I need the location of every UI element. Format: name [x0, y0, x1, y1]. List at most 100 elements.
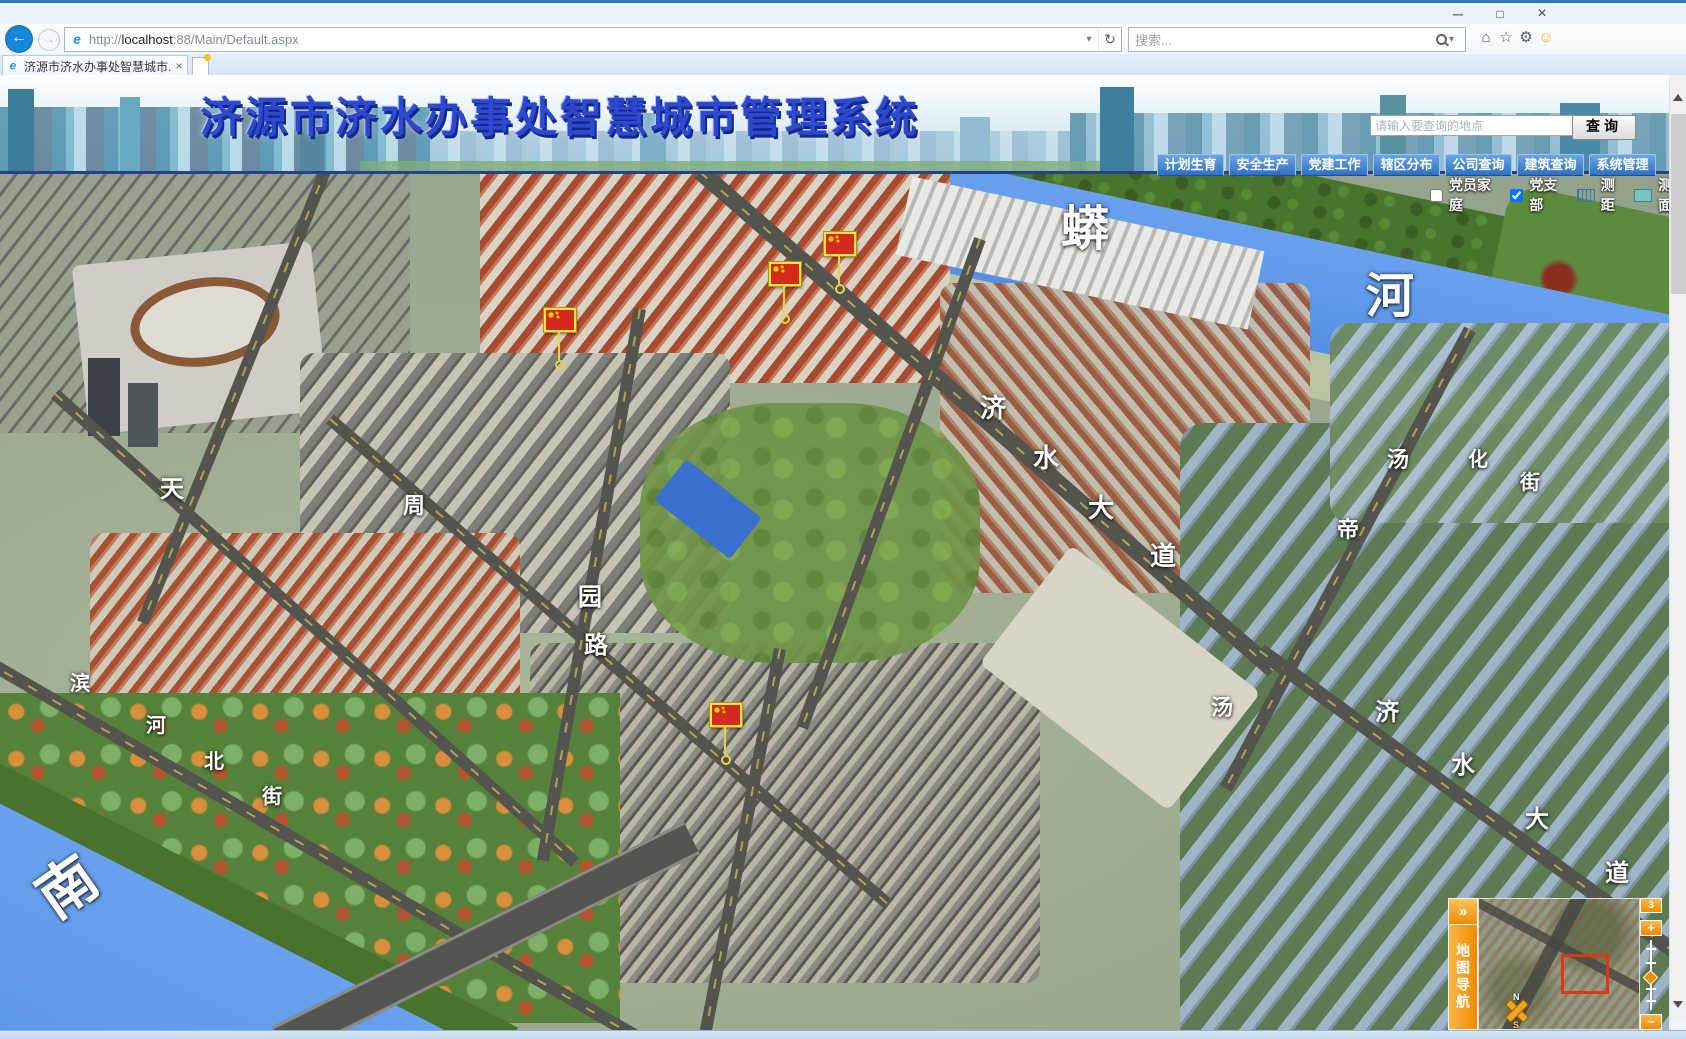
search-dropdown-icon[interactable]: ▾ [1449, 34, 1465, 45]
close-button[interactable]: × [1527, 5, 1557, 23]
url-path: :88/Main/Default.aspx [173, 32, 299, 47]
tab-close-icon[interactable]: × [171, 59, 187, 73]
zoom-level-badge: 3 [1640, 898, 1662, 913]
river-label: 蟒 [1061, 206, 1109, 254]
minimize-button[interactable]: ─ [1443, 5, 1473, 23]
road-label: 北 [204, 752, 224, 772]
road-label: 大 [1525, 808, 1549, 832]
maximize-button[interactable]: □ [1485, 5, 1515, 23]
scroll-up-arrow[interactable] [1673, 94, 1683, 101]
address-dropdown-icon[interactable]: ▾ [1080, 34, 1098, 45]
map-3d-view[interactable]: 蟒 河 济 水 大 道 汤 帝 化 街 汤 济 水 大 道 天 周 园 路 滨 … [0, 173, 1669, 1030]
party-family-checkbox[interactable] [1430, 189, 1443, 202]
place-search-input[interactable] [1370, 115, 1574, 136]
map-central-park [640, 403, 980, 663]
zoom-slider-handle[interactable] [1643, 970, 1659, 986]
nav-system-management[interactable]: 系统管理 [1589, 154, 1656, 176]
tab-title: 济源市济水办事处智慧城市... [24, 58, 171, 75]
zoom-tick [1646, 948, 1656, 950]
browser-window: ─ □ × ← → e http://localhost:88/Main/Def… [0, 0, 1686, 1039]
search-placeholder: 搜索... [1129, 30, 1436, 49]
nav-building-query[interactable]: 建筑查询 [1517, 154, 1584, 176]
back-button[interactable]: ← [6, 26, 32, 52]
feedback-smiley-icon[interactable]: ☺ [1536, 28, 1556, 48]
party-branch-checkbox[interactable] [1510, 189, 1523, 202]
nav-company-query[interactable]: 公司查询 [1445, 154, 1512, 176]
nav-district-distribution[interactable]: 辖区分布 [1373, 154, 1440, 176]
measure-area-icon[interactable] [1634, 189, 1652, 202]
tab-active[interactable]: e 济源市济水办事处智慧城市... × [2, 55, 188, 76]
road-label: 天 [160, 478, 184, 502]
road-label: 化 [1468, 450, 1488, 470]
flag-pole [783, 284, 785, 314]
zoom-tick [1646, 988, 1656, 990]
map-highrise-tower [128, 383, 158, 447]
minimap-viewport-rect[interactable] [1561, 954, 1609, 994]
query-button[interactable]: 查询 [1572, 115, 1636, 140]
party-branch-flag-marker[interactable] [544, 308, 576, 332]
minimap-collapse-button[interactable]: » [1448, 898, 1478, 925]
road-label: 济 [1375, 701, 1399, 725]
party-branch-label: 党支部 [1529, 175, 1571, 215]
scroll-thumb[interactable] [1671, 114, 1686, 294]
window-bottom-frame [0, 1030, 1686, 1039]
river-label: 河 [1366, 273, 1414, 321]
zoom-tick [1646, 1000, 1656, 1002]
compass-icon: N S [1503, 997, 1531, 1025]
party-branch-flag-marker[interactable] [710, 703, 742, 727]
nav-party-building[interactable]: 党建工作 [1301, 154, 1368, 176]
minimap-panel: » 地图导航 N S 3 + − [1448, 898, 1662, 1030]
road-label: 园 [578, 586, 602, 610]
address-bar[interactable]: e http://localhost:88/Main/Default.aspx … [64, 27, 1122, 52]
road-label: 汤 [1211, 697, 1233, 719]
minimap-title: 地图导航 [1453, 943, 1473, 1011]
tab-bar [0, 54, 1686, 75]
scroll-down-arrow[interactable] [1673, 1001, 1683, 1008]
browser-search-box[interactable]: 搜索... ▾ [1128, 27, 1466, 52]
party-branch-flag-marker[interactable] [824, 232, 856, 256]
minimap-title-bar[interactable]: 地图导航 [1448, 925, 1478, 1030]
party-branch-flag-marker[interactable] [769, 262, 801, 286]
compass-south-label: S [1513, 1020, 1519, 1030]
skyline-tower [1100, 87, 1134, 173]
minimap-thumbnail[interactable]: N S [1478, 898, 1640, 1030]
ie-page-icon: e [69, 32, 85, 48]
skyline-tower [8, 89, 34, 173]
road-label: 汤 [1387, 449, 1409, 471]
road-label: 河 [146, 716, 166, 736]
forward-button[interactable]: → [38, 29, 60, 51]
main-nav: 计划生育 安全生产 党建工作 辖区分布 公司查询 建筑查询 系统管理 [1157, 154, 1656, 176]
compass-north-label: N [1513, 992, 1520, 1002]
page-title: 济源市济水办事处智慧城市管理系统 [200, 84, 920, 145]
road-label: 大 [1088, 495, 1114, 521]
settings-gear-icon[interactable]: ⚙ [1516, 28, 1536, 48]
new-tab-button[interactable] [192, 57, 209, 76]
vertical-scrollbar [1669, 78, 1686, 1020]
favorites-icon[interactable]: ☆ [1496, 28, 1516, 48]
road-label: 街 [1520, 473, 1540, 493]
refresh-icon[interactable]: ↻ [1098, 29, 1121, 50]
nav-family-planning[interactable]: 计划生育 [1157, 154, 1224, 176]
zoom-tick [1646, 962, 1656, 964]
road-label: 路 [584, 634, 608, 658]
zoom-in-button[interactable]: + [1640, 920, 1662, 936]
zoom-slider-track[interactable] [1650, 940, 1652, 1010]
minimap-zoom-controls: 3 + − [1640, 898, 1662, 1030]
url-host: localhost [122, 32, 173, 47]
map-layer-controls: 党员家庭 党支部 测距 测面 [1430, 175, 1686, 215]
flag-pole [838, 254, 840, 284]
road-label: 滨 [70, 674, 90, 694]
url-text[interactable]: http://localhost:88/Main/Default.aspx [89, 32, 1080, 47]
nav-safety-production[interactable]: 安全生产 [1229, 154, 1296, 176]
road-label: 济 [980, 395, 1006, 421]
skyline-tower [120, 97, 140, 173]
measure-distance-button[interactable]: 测距 [1601, 175, 1629, 215]
party-family-label: 党员家庭 [1449, 175, 1504, 215]
map-district-red-roofs-north [480, 173, 950, 383]
zoom-out-button[interactable]: − [1640, 1014, 1662, 1030]
title-bar: ─ □ × [0, 3, 1686, 24]
home-icon[interactable]: ⌂ [1476, 28, 1496, 48]
search-icon[interactable] [1436, 34, 1447, 45]
measure-distance-icon[interactable] [1577, 189, 1595, 202]
road-label: 道 [1150, 543, 1176, 569]
